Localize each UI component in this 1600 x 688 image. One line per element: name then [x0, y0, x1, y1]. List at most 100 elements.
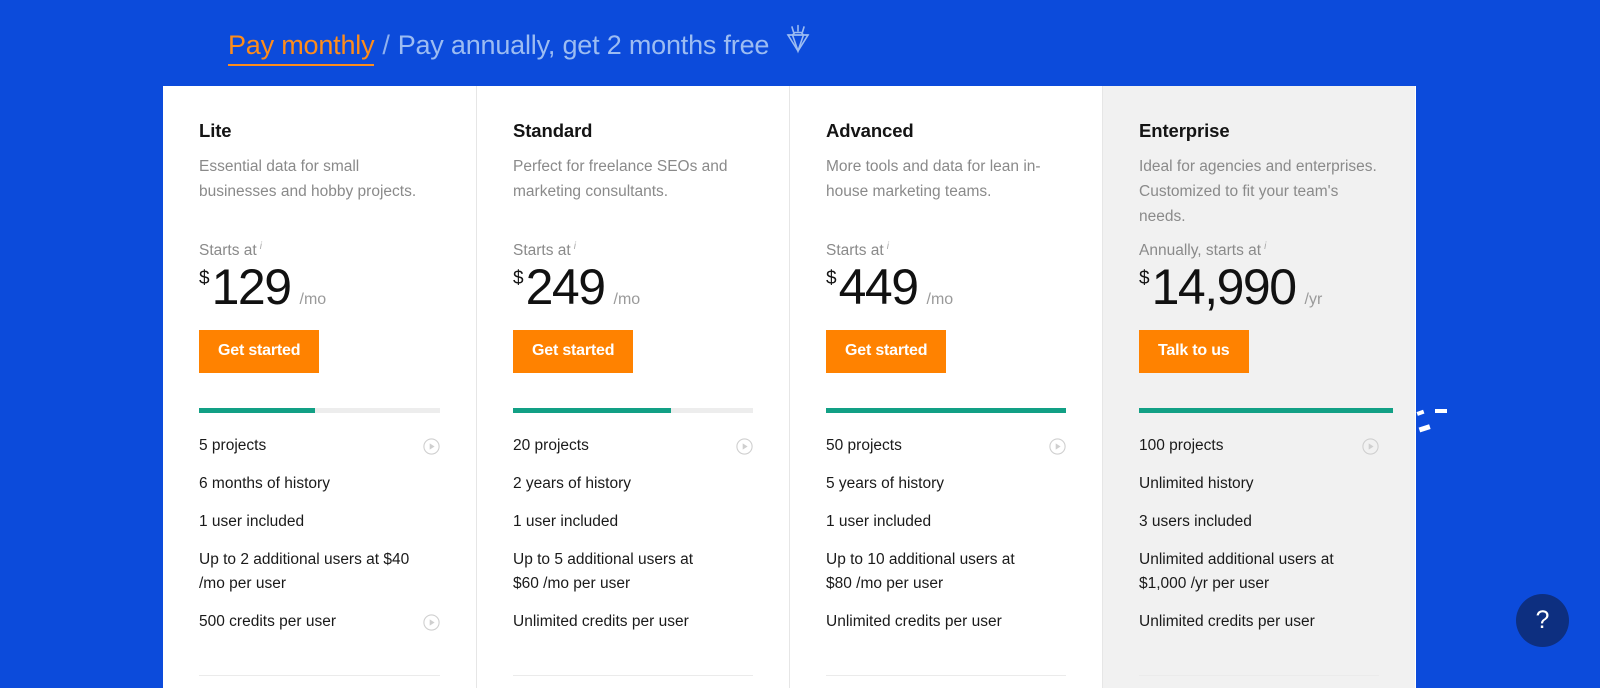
- feature-text: Unlimited credits per user: [513, 613, 689, 631]
- starts-at-text: Annually, starts at: [1139, 242, 1262, 260]
- price-period: /mo: [613, 291, 641, 309]
- price-row: $249/mo: [513, 262, 753, 312]
- feature-text: 3 users included: [1139, 513, 1252, 531]
- cta-button[interactable]: Get started: [199, 330, 320, 374]
- feature-item: 20 projects: [513, 427, 753, 465]
- pay-monthly-tab[interactable]: Pay monthly: [228, 30, 375, 66]
- feature-text: 6 months of history: [199, 475, 330, 493]
- play-circle-icon[interactable]: [1049, 438, 1066, 463]
- feature-item: Unlimited credits per user: [513, 603, 753, 641]
- plan-level-meter: [1139, 408, 1394, 414]
- card-bottom-divider: [1139, 675, 1379, 676]
- starts-at-label: Starts at i: [199, 241, 440, 260]
- cta-button[interactable]: Get started: [513, 330, 634, 374]
- toggle-separator: /: [382, 30, 390, 60]
- play-circle-icon[interactable]: [423, 438, 440, 463]
- starts-at-label: Starts at i: [513, 241, 753, 260]
- feature-item: 1 user included: [826, 503, 1066, 541]
- starts-at-label: Starts at i: [826, 241, 1066, 260]
- feature-item: Unlimited credits per user: [1139, 603, 1379, 641]
- play-circle-icon[interactable]: [423, 614, 440, 639]
- price-period: /yr: [1304, 291, 1323, 309]
- plan-level-meter-fill: [199, 408, 315, 414]
- help-button[interactable]: ?: [1516, 594, 1569, 647]
- price-row: $129/mo: [199, 262, 440, 312]
- plan-level-meter: [826, 408, 1066, 414]
- feature-item: 50 projects: [826, 427, 1066, 465]
- cta-button[interactable]: Get started: [826, 330, 947, 374]
- price-period: /mo: [299, 291, 327, 309]
- plan-description: More tools and data for lean in-house ma…: [826, 158, 1041, 200]
- card-bottom-divider: [826, 675, 1066, 676]
- feature-item: 3 users included: [1139, 503, 1379, 541]
- price-period: /mo: [926, 291, 954, 309]
- cta-button[interactable]: Talk to us: [1139, 330, 1249, 374]
- plan-level-meter: [199, 408, 440, 414]
- info-icon[interactable]: i: [260, 241, 262, 252]
- currency-symbol: $: [199, 268, 210, 290]
- feature-item: Unlimited credits per user: [826, 603, 1066, 641]
- plan-description: Perfect for freelance SEOs and marketing…: [513, 158, 728, 200]
- feature-item: Up to 2 additional users at $40 /mo per …: [199, 541, 440, 603]
- feature-text: Unlimited history: [1139, 475, 1254, 493]
- plan-name: Advanced: [826, 120, 914, 141]
- feature-text: 20 projects: [513, 437, 589, 455]
- starts-at-text: Starts at: [513, 242, 571, 260]
- card-bottom-divider: [513, 675, 753, 676]
- question-mark-icon: ?: [1535, 606, 1550, 634]
- feature-text: Up to 2 additional users at $40 /mo per …: [199, 551, 410, 593]
- info-icon[interactable]: i: [887, 241, 889, 252]
- feature-text: 100 projects: [1139, 437, 1224, 455]
- price-row: $449/mo: [826, 262, 1066, 312]
- gem-icon: [781, 23, 815, 64]
- plan-name: Lite: [199, 120, 232, 141]
- feature-list: 100 projects Unlimited history 3 users inc…: [1139, 427, 1379, 641]
- feature-text: 1 user included: [513, 513, 619, 531]
- currency-symbol: $: [826, 268, 837, 290]
- loading-cursor-artifact: [1413, 409, 1453, 439]
- feature-item: 1 user included: [199, 503, 440, 541]
- card-bottom-divider: [199, 675, 440, 676]
- plan-name: Standard: [513, 120, 593, 141]
- plan-level-meter-fill: [826, 408, 1066, 414]
- feature-item: Up to 10 additional users at $80 /mo per…: [826, 541, 1066, 603]
- feature-item: 500 credits per user: [199, 603, 440, 641]
- play-circle-icon[interactable]: [1362, 438, 1379, 463]
- feature-text: Unlimited credits per user: [1139, 613, 1315, 631]
- feature-item: Unlimited history: [1139, 465, 1379, 503]
- pricing-card-lite: Lite Essential data for small businesses …: [163, 86, 476, 688]
- feature-text: 5 years of history: [826, 475, 945, 493]
- price-amount: 129: [211, 259, 292, 316]
- feature-list: 20 projects 2 years of history 1 user incl…: [513, 427, 753, 641]
- plan-level-meter-fill: [513, 408, 672, 414]
- currency-symbol: $: [513, 268, 524, 290]
- info-icon[interactable]: i: [574, 241, 576, 252]
- feature-text: Unlimited credits per user: [826, 613, 1002, 631]
- feature-text: 5 projects: [199, 437, 267, 455]
- feature-item: 6 months of history: [199, 465, 440, 503]
- feature-text: Unlimited additional users at $1,000 /yr…: [1139, 551, 1334, 593]
- feature-text: 2 years of history: [513, 475, 632, 493]
- pricing-card-enterprise: Enterprise Ideal for agencies and enterpr…: [1102, 86, 1415, 688]
- play-circle-icon[interactable]: [736, 438, 753, 463]
- price-amount: 449: [838, 259, 919, 316]
- feature-text: Up to 10 additional users at $80 /mo per…: [826, 551, 1015, 593]
- price-amount: 14,990: [1151, 259, 1297, 316]
- feature-text: 1 user included: [826, 513, 932, 531]
- feature-item: 2 years of history: [513, 465, 753, 503]
- pay-annually-tab[interactable]: Pay annually, get 2 months free: [398, 30, 770, 61]
- feature-item: 5 years of history: [826, 465, 1066, 503]
- plan-name: Enterprise: [1139, 120, 1230, 141]
- pricing-cards-container: Lite Essential data for small businesses …: [163, 86, 1416, 688]
- starts-at-text: Starts at: [826, 242, 884, 260]
- starts-at-text: Starts at: [199, 242, 257, 260]
- feature-text: 500 credits per user: [199, 613, 336, 631]
- price-amount: 249: [525, 259, 606, 316]
- plan-level-meter: [513, 408, 753, 414]
- feature-item: 5 projects: [199, 427, 440, 465]
- plan-level-meter-fill: [1139, 408, 1394, 414]
- price-row: $14,990/yr: [1139, 262, 1379, 312]
- feature-list: 5 projects 6 months of history 1 user incl…: [199, 427, 440, 641]
- info-icon[interactable]: i: [1264, 241, 1266, 252]
- plan-description: Essential data for small businesses and …: [199, 158, 417, 200]
